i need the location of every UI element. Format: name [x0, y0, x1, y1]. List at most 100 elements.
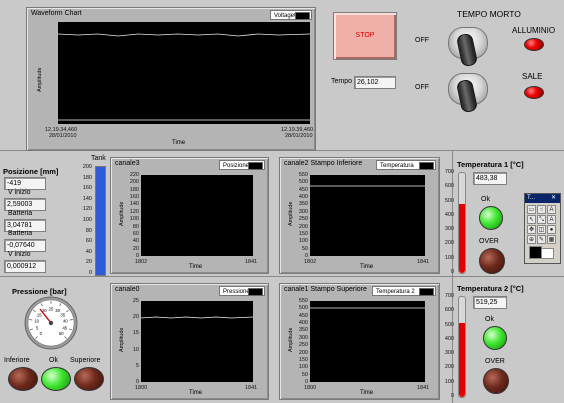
- canale3-y-tick: 160: [129, 194, 139, 201]
- tool-shortcut-icon[interactable]: ◫: [537, 225, 546, 234]
- tank-scale-tick: 180: [82, 174, 92, 181]
- temp2-scale-tick: 700: [444, 293, 454, 299]
- canale1-y-tick: 500: [298, 305, 308, 312]
- tool-color-copy-icon[interactable]: ✎: [537, 235, 546, 244]
- temp1-scale-tick: 300: [444, 226, 454, 233]
- legend-line-swatch: [248, 162, 263, 170]
- canale2-y-tick: 500: [298, 179, 308, 186]
- canale0-svg: [141, 316, 253, 319]
- canale0-xlabel: Time: [189, 390, 203, 396]
- waveform-x-end-date: 28/01/2010: [285, 133, 313, 139]
- canale0-plot[interactable]: [141, 301, 253, 382]
- canale1-y-tick: 50: [301, 371, 308, 378]
- temp2-scale-tick: 0: [450, 393, 454, 399]
- canale0-y-tick: 5: [135, 362, 139, 369]
- temp1-thermometer-fill: [459, 204, 465, 273]
- stop-button-label: STOP: [355, 32, 375, 39]
- canale3-y-tick: 20: [132, 245, 139, 252]
- temp2-value: 519,25: [473, 296, 507, 309]
- canale1-y-tick: 250: [298, 342, 308, 349]
- canale0-legend[interactable]: Pressione: [219, 286, 265, 296]
- stop-button[interactable]: STOP: [333, 12, 397, 60]
- waveform-chart-xlabel: Time: [172, 140, 186, 146]
- tool-background-color-icon[interactable]: [541, 248, 554, 259]
- canale3-y-tick: 100: [129, 216, 139, 223]
- tank-scale: 200 180 160 140 120 100 80 60 40 20 0: [70, 164, 92, 276]
- canale3-y-tick: 60: [132, 230, 139, 237]
- temp2-scale-tick: 300: [444, 350, 454, 357]
- canale0-y-tick: 20: [132, 314, 139, 321]
- canale3-y-tick: 200: [129, 179, 139, 186]
- tools-palette-close-icon[interactable]: ✕: [551, 194, 556, 203]
- tempo-morto-title: TEMPO MORTO: [457, 9, 521, 19]
- tool-auto-icon[interactable]: ▭: [527, 205, 536, 214]
- pressione-ok-label: Ok: [49, 357, 58, 364]
- canale0-x-end: 1841: [245, 385, 258, 391]
- waveform-chart-legend[interactable]: Voltage0: [270, 10, 312, 20]
- temp2-scale-tick: 100: [444, 378, 454, 385]
- canale2-svg: [310, 185, 425, 187]
- tool-probe-icon[interactable]: ⊕: [527, 235, 536, 244]
- temp1-value: 483,38: [473, 172, 507, 185]
- waveform-chart-ylabel: Amplitude: [37, 67, 43, 92]
- tank-scale-tick: 0: [88, 270, 92, 276]
- tank-label: Tank: [91, 155, 106, 162]
- canale2-y-tick: 550: [298, 172, 308, 178]
- canale2-yaxis: 550 500 450 400 350 300 250 200 150 100 50 0: [294, 172, 308, 259]
- tool-position-icon[interactable]: ↖: [527, 215, 536, 224]
- tools-palette-titlebar[interactable]: T... ✕: [525, 194, 560, 203]
- tool-breakpoint-icon[interactable]: ●: [547, 225, 556, 234]
- canale3-y-tick: 80: [132, 223, 139, 230]
- tools-palette[interactable]: T... ✕ ▭ ☝ A ↖ ⤡ A ✥ ◫ ● ⊕ ✎ ▦: [524, 193, 561, 264]
- canale0-yaxis: 25 20 15 10 5 0: [125, 298, 139, 385]
- canale3-y-tick: 220: [129, 172, 139, 178]
- canale1-xlabel: Time: [360, 390, 374, 396]
- temp1-scale-tick: 600: [444, 183, 454, 190]
- switch1-off-label: OFF: [415, 37, 429, 44]
- sale-label: SALE: [522, 72, 543, 81]
- pressione-gauge-svg: 05101520 25 3035404550: [24, 296, 78, 350]
- canale2-x-end: 1841: [417, 259, 430, 265]
- tool-label-icon[interactable]: A: [547, 215, 556, 224]
- temp2-label: Temperatura 2 [°C]: [457, 284, 524, 293]
- canale2-title: canale2 Stampo Inferiore: [284, 160, 363, 167]
- pressione-gauge: 0 5 10 15 20 25 30 35 40 45 50: [24, 296, 78, 350]
- gauge-tick-label: 40: [63, 319, 68, 324]
- waveform-x-start-date: 28/01/2010: [49, 133, 77, 139]
- canale1-y-tick: 300: [298, 334, 308, 341]
- canale2-y-tick: 300: [298, 208, 308, 215]
- canale2-plot[interactable]: [310, 175, 425, 256]
- tool-scroll-icon[interactable]: ✥: [527, 225, 536, 234]
- canale1-plot[interactable]: [310, 301, 425, 382]
- alluminio-led: [524, 38, 544, 51]
- temp1-over-led: [479, 248, 505, 274]
- canale2-y-tick: 200: [298, 223, 308, 230]
- temp2-scale: 700 600 500 400 300 200 100 0: [440, 293, 454, 399]
- canale2-legend[interactable]: Temperatura: [376, 160, 436, 170]
- waveform-chart-svg: [58, 33, 310, 121]
- canale0-legend-label: Pressione: [223, 289, 250, 295]
- waveform-chart-plot[interactable]: [58, 22, 310, 124]
- canale1-y-tick: 450: [298, 312, 308, 319]
- canale3-plot[interactable]: [141, 175, 253, 256]
- tempo-label: Tempo: [331, 78, 353, 85]
- canale2-x-start: 1802: [304, 259, 317, 265]
- tool-operate-icon[interactable]: ☝: [537, 205, 546, 214]
- canale3-xlabel: Time: [189, 264, 203, 270]
- temp1-scale-tick: 0: [450, 269, 454, 275]
- tool-text-icon[interactable]: A: [547, 205, 556, 214]
- tool-color-icon[interactable]: ▦: [547, 235, 556, 244]
- temp2-over-led: [483, 368, 509, 394]
- posizione-label: Posizione [mm]: [3, 167, 59, 176]
- superiore-led: [74, 367, 104, 391]
- tempo-value: 26,102: [354, 76, 396, 89]
- canale3-x-end: 1841: [245, 259, 258, 265]
- temp2-scale-tick: 200: [444, 364, 454, 371]
- tool-wire-icon[interactable]: ⤡: [537, 215, 546, 224]
- divider-mid: [0, 276, 564, 277]
- canale1-legend[interactable]: Temperatura 2: [372, 286, 436, 296]
- legend-line-swatch: [248, 288, 263, 296]
- canale3-legend[interactable]: Posizione: [219, 160, 265, 170]
- inferiore-label: Inferiore: [4, 357, 30, 364]
- canale1-title: canale1 Stampo Superiore: [284, 286, 367, 293]
